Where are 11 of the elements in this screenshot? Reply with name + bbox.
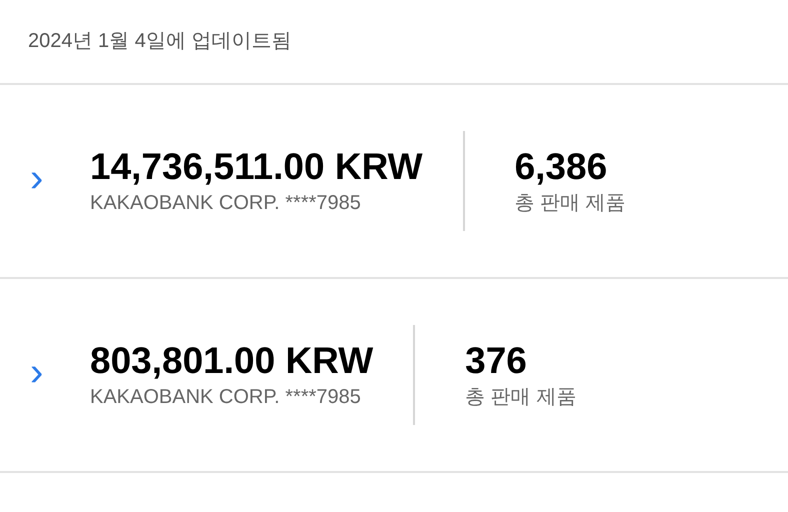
count-label: 총 판매 제품: [465, 385, 576, 410]
updated-date-text: 2024년 1월 4일에 업데이트됨: [28, 28, 292, 54]
amount-text: 803,801.00 KRW: [90, 340, 374, 382]
count-text: 376: [465, 340, 528, 382]
chevron-icon[interactable]: ›: [30, 350, 44, 394]
amount-text: 14,736,511.00 KRW: [90, 146, 423, 188]
account-text: KAKAOBANK CORP. ****7985: [90, 191, 362, 216]
count-text: 6,386: [514, 146, 608, 188]
account-text: KAKAOBANK CORP. ****7985: [90, 385, 362, 410]
count-label: 총 판매 제품: [514, 191, 626, 216]
chevron-icon[interactable]: ›: [30, 156, 44, 200]
